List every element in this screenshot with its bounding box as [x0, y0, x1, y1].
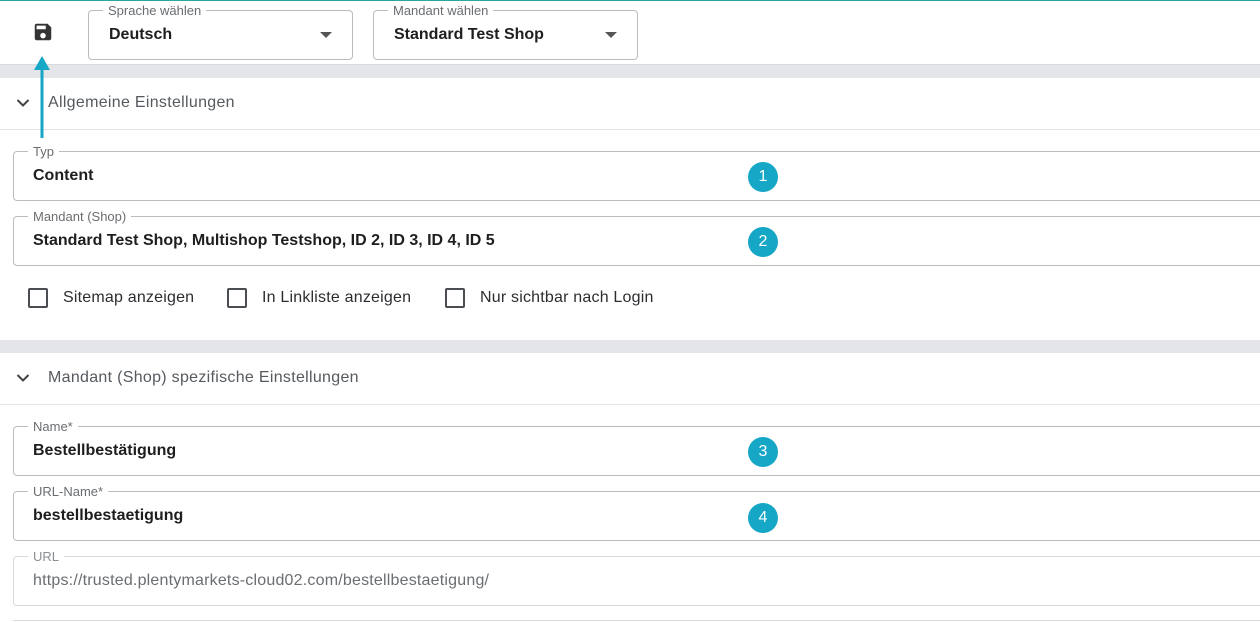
callout-badge-4: 4	[748, 503, 778, 533]
type-field-value: Content	[33, 167, 94, 184]
callout-badge-3: 3	[748, 437, 778, 467]
checkbox-box[interactable]	[445, 288, 465, 308]
callout-badge-2: 2	[748, 227, 778, 257]
name-field[interactable]: Name* Bestellbestätigung	[13, 419, 1260, 476]
url-name-field[interactable]: URL-Name* bestellbestaetigung	[13, 484, 1260, 541]
callout-arrow-icon	[34, 56, 50, 138]
callout-badge-1: 1	[748, 162, 778, 192]
type-field[interactable]: Typ Content	[13, 144, 1260, 201]
url-field-value: https://trusted.plentymarkets-cloud02.co…	[33, 572, 490, 589]
client-shop-field-value: Standard Test Shop, Multishop Testshop, …	[33, 232, 495, 249]
language-select-label: Sprache wählen	[103, 3, 207, 18]
url-name-field-value: bestellbestaetigung	[33, 507, 184, 524]
client-select[interactable]: Mandant wählen Standard Test Shop	[373, 3, 638, 60]
language-select[interactable]: Sprache wählen Deutsch	[88, 3, 353, 60]
chevron-down-icon	[16, 99, 30, 107]
linklist-checkbox-label: In Linkliste anzeigen	[262, 289, 412, 306]
chevron-down-icon	[16, 374, 30, 382]
linklist-checkbox[interactable]: In Linkliste anzeigen	[227, 288, 411, 308]
checkbox-box[interactable]	[28, 288, 48, 308]
divider	[13, 620, 1260, 621]
client-shop-field-label: Mandant (Shop)	[28, 209, 132, 224]
save-button[interactable]	[30, 19, 56, 45]
toolbar: Sprache wählen Deutsch Mandant wählen St…	[0, 0, 1260, 65]
sitemap-checkbox[interactable]: Sitemap anzeigen	[28, 288, 194, 308]
url-field: URL https://trusted.plentymarkets-cloud0…	[13, 549, 1260, 606]
type-field-label: Typ	[28, 144, 59, 159]
sitemap-checkbox-label: Sitemap anzeigen	[63, 289, 195, 306]
caret-down-icon	[605, 32, 617, 38]
client-select-label: Mandant wählen	[388, 3, 494, 18]
login-only-checkbox-label: Nur sichtbar nach Login	[480, 289, 654, 306]
url-name-field-label: URL-Name*	[28, 484, 109, 499]
name-field-label: Name*	[28, 419, 78, 434]
general-settings-title: Allgemeine Einstellungen	[48, 94, 235, 111]
language-select-value: Deutsch	[109, 26, 173, 43]
client-shop-field[interactable]: Mandant (Shop) Standard Test Shop, Multi…	[13, 209, 1260, 266]
client-specific-settings-header[interactable]: Mandant (Shop) spezifische Einstellungen	[0, 353, 1260, 405]
floppy-disk-icon	[34, 23, 52, 41]
url-field-label: URL	[28, 549, 65, 564]
checkbox-box[interactable]	[227, 288, 247, 308]
name-field-value: Bestellbestätigung	[33, 442, 177, 459]
client-select-value: Standard Test Shop	[394, 26, 544, 43]
client-specific-settings-title: Mandant (Shop) spezifische Einstellungen	[48, 369, 359, 386]
general-settings-header[interactable]: Allgemeine Einstellungen	[0, 78, 1260, 130]
login-only-checkbox[interactable]: Nur sichtbar nach Login	[445, 288, 654, 308]
caret-down-icon	[320, 32, 332, 38]
